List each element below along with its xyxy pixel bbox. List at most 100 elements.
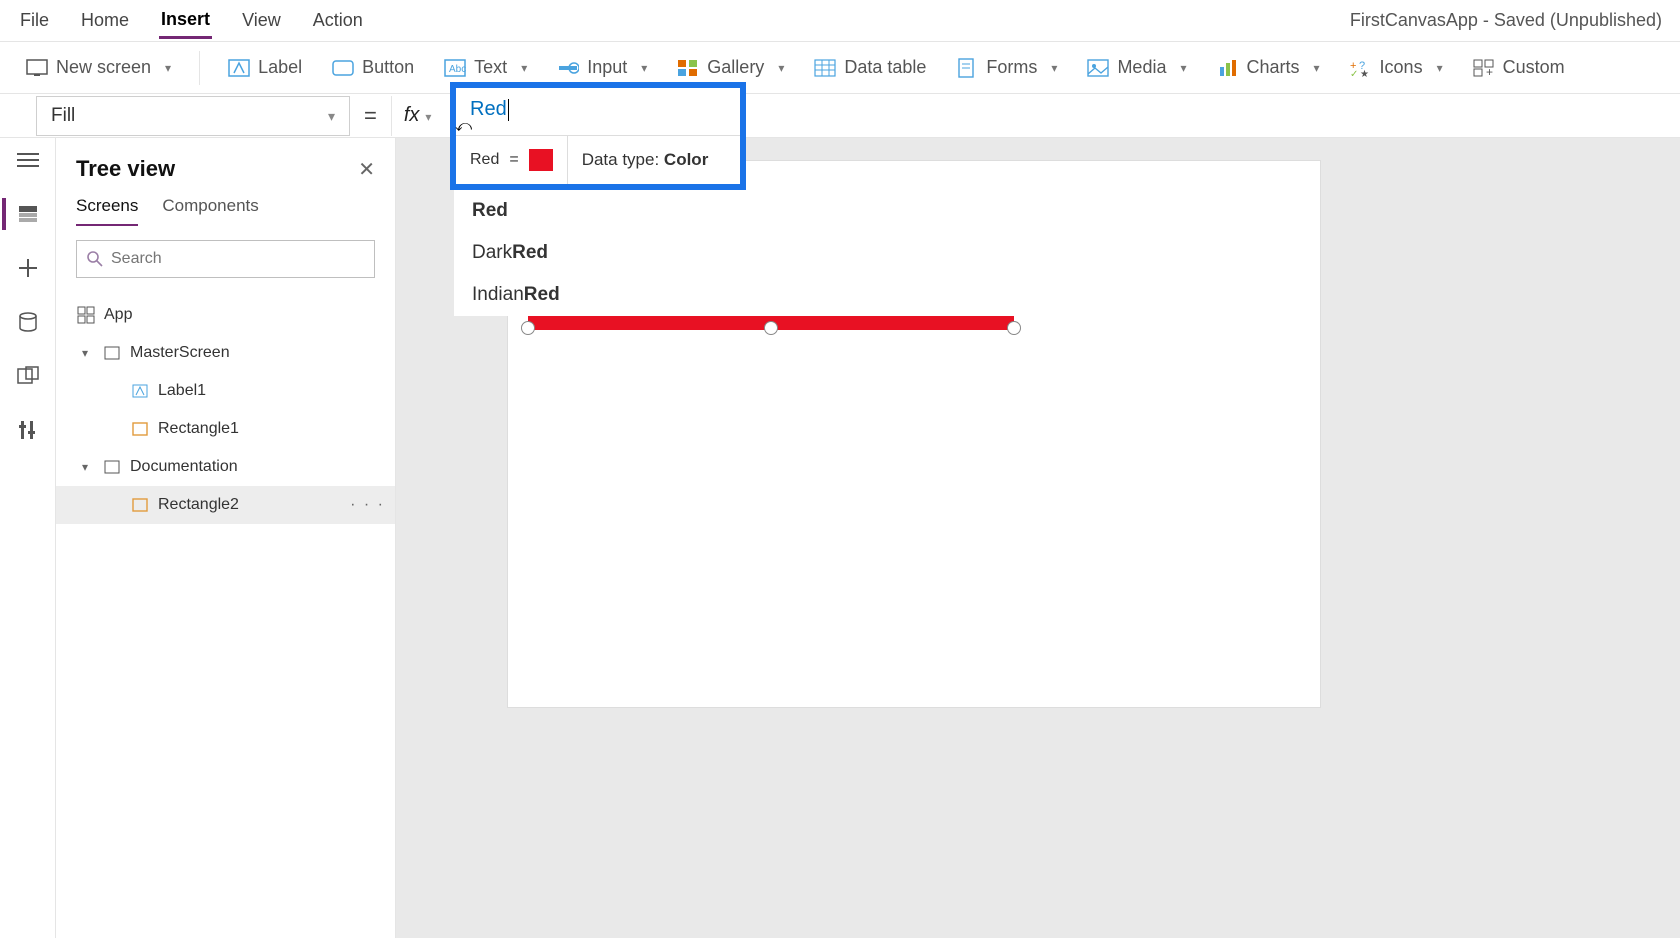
- autocomplete-list: Red DarkRed IndianRed: [454, 190, 1254, 316]
- autocomplete-item[interactable]: IndianRed: [454, 274, 1254, 316]
- fx-label: fx: [404, 104, 420, 127]
- tools-icon[interactable]: [14, 416, 42, 444]
- forms-dropdown[interactable]: Forms: [950, 53, 1063, 83]
- tree-node-masterscreen[interactable]: ▾ MasterScreen: [56, 334, 395, 372]
- menu-bar: File Home Insert View Action FirstCanvas…: [0, 0, 1680, 42]
- formula-highlight-box: Red Red = Data type: Color: [450, 82, 746, 190]
- input-label: Input: [587, 57, 627, 78]
- tab-components[interactable]: Components: [162, 188, 258, 226]
- tree-node-documentation[interactable]: ▾ Documentation: [56, 448, 395, 486]
- resize-handle-left[interactable]: [521, 321, 535, 335]
- label-icon: [228, 57, 250, 79]
- ac-match: Red: [472, 200, 508, 221]
- node-label: MasterScreen: [130, 344, 230, 362]
- custom-button[interactable]: + Custom: [1467, 53, 1571, 83]
- node-label: App: [104, 306, 132, 324]
- custom-label: Custom: [1503, 57, 1565, 78]
- ribbon: New screen Label Button Abc Text Input G…: [0, 42, 1680, 94]
- color-swatch: [529, 149, 553, 171]
- tree-node-rectangle2[interactable]: Rectangle2 · · ·: [56, 486, 395, 524]
- ac-match: Red: [512, 242, 548, 263]
- resize-handle-right[interactable]: [1007, 321, 1021, 335]
- icons-dropdown[interactable]: +?✓★ Icons: [1344, 53, 1449, 83]
- menu-file[interactable]: File: [18, 4, 51, 37]
- icons-label: Icons: [1380, 57, 1423, 78]
- autocomplete-item[interactable]: Red: [454, 190, 1254, 232]
- text-dropdown[interactable]: Abc Text: [438, 53, 533, 83]
- node-label: Rectangle1: [158, 420, 239, 438]
- chevron-down-icon[interactable]: ▾: [76, 346, 94, 360]
- charts-dropdown[interactable]: Charts: [1211, 53, 1326, 83]
- gallery-label: Gallery: [707, 57, 764, 78]
- svg-text:Abc: Abc: [449, 64, 466, 75]
- chevron-down-icon: [328, 105, 335, 127]
- close-icon[interactable]: ✕: [358, 157, 375, 182]
- label-icon: [130, 381, 150, 401]
- data-table-icon: [814, 57, 836, 79]
- media-rail-icon[interactable]: [14, 362, 42, 390]
- svg-text:★: ★: [1360, 69, 1369, 77]
- search-input[interactable]: [111, 250, 364, 268]
- more-icon[interactable]: · · ·: [350, 496, 385, 514]
- media-icon: [1087, 57, 1109, 79]
- tree-node-label1[interactable]: Label1: [56, 372, 395, 410]
- separator: [199, 51, 200, 85]
- chevron-down-icon: [419, 104, 431, 127]
- ac-match: Red: [524, 284, 560, 305]
- button-button[interactable]: Button: [326, 53, 420, 83]
- new-screen-button[interactable]: New screen: [20, 53, 177, 83]
- tree-node-rectangle1[interactable]: Rectangle1: [56, 410, 395, 448]
- fx-button[interactable]: fx: [391, 96, 444, 136]
- screen-icon: [26, 57, 48, 79]
- tree-node-app[interactable]: App: [56, 296, 395, 334]
- gallery-icon: [677, 57, 699, 79]
- media-dropdown[interactable]: Media: [1081, 53, 1192, 83]
- formula-preview-eq: =: [509, 151, 518, 169]
- rectangle-icon: [130, 419, 150, 439]
- left-rail: [0, 138, 56, 938]
- charts-icon: [1217, 57, 1239, 79]
- tree: App ▾ MasterScreen Label1 Rectangle1: [56, 292, 395, 528]
- ac-prefix: Indian: [472, 284, 524, 305]
- icons-icon: +?✓★: [1350, 57, 1372, 79]
- node-label: Documentation: [130, 458, 238, 476]
- formula-bar: Fill = fx: [0, 94, 1680, 138]
- tree-view-icon[interactable]: [14, 200, 42, 228]
- formula-info: Red = Data type: Color: [456, 136, 740, 184]
- charts-label: Charts: [1247, 57, 1300, 78]
- gallery-dropdown[interactable]: Gallery: [671, 53, 790, 83]
- label-button[interactable]: Label: [222, 53, 308, 83]
- tree-search[interactable]: [76, 240, 375, 278]
- svg-text:✓: ✓: [1350, 69, 1358, 77]
- new-screen-label: New screen: [56, 57, 151, 78]
- data-type-label: Data type:: [582, 150, 664, 169]
- label-label: Label: [258, 57, 302, 78]
- input-dropdown[interactable]: Input: [551, 53, 653, 83]
- chevron-down-icon[interactable]: ▾: [76, 460, 94, 474]
- resize-handle-center[interactable]: [764, 321, 778, 335]
- app-title: FirstCanvasApp - Saved (Unpublished): [1350, 10, 1662, 31]
- input-icon: [557, 57, 579, 79]
- add-icon[interactable]: [14, 254, 42, 282]
- node-label: Rectangle2: [158, 496, 239, 514]
- data-table-button[interactable]: Data table: [808, 53, 932, 83]
- tree-view-title: Tree view: [76, 156, 175, 182]
- formula-preview-name: Red: [470, 151, 499, 169]
- text-label: Text: [474, 57, 507, 78]
- property-selector[interactable]: Fill: [36, 96, 350, 136]
- autocomplete-item[interactable]: DarkRed: [454, 232, 1254, 274]
- equals-sign: =: [364, 103, 377, 129]
- data-icon[interactable]: [14, 308, 42, 336]
- data-type-value: Color: [664, 150, 708, 169]
- svg-text:+: +: [1486, 65, 1493, 77]
- menu-action[interactable]: Action: [311, 4, 365, 37]
- hamburger-icon[interactable]: [14, 146, 42, 174]
- tab-screens[interactable]: Screens: [76, 188, 138, 226]
- search-icon: [87, 251, 103, 267]
- menu-insert[interactable]: Insert: [159, 3, 212, 39]
- menu-home[interactable]: Home: [79, 4, 131, 37]
- menu-view[interactable]: View: [240, 4, 283, 37]
- formula-input[interactable]: Red: [456, 88, 740, 136]
- text-icon: Abc: [444, 57, 466, 79]
- screen-icon: [102, 457, 122, 477]
